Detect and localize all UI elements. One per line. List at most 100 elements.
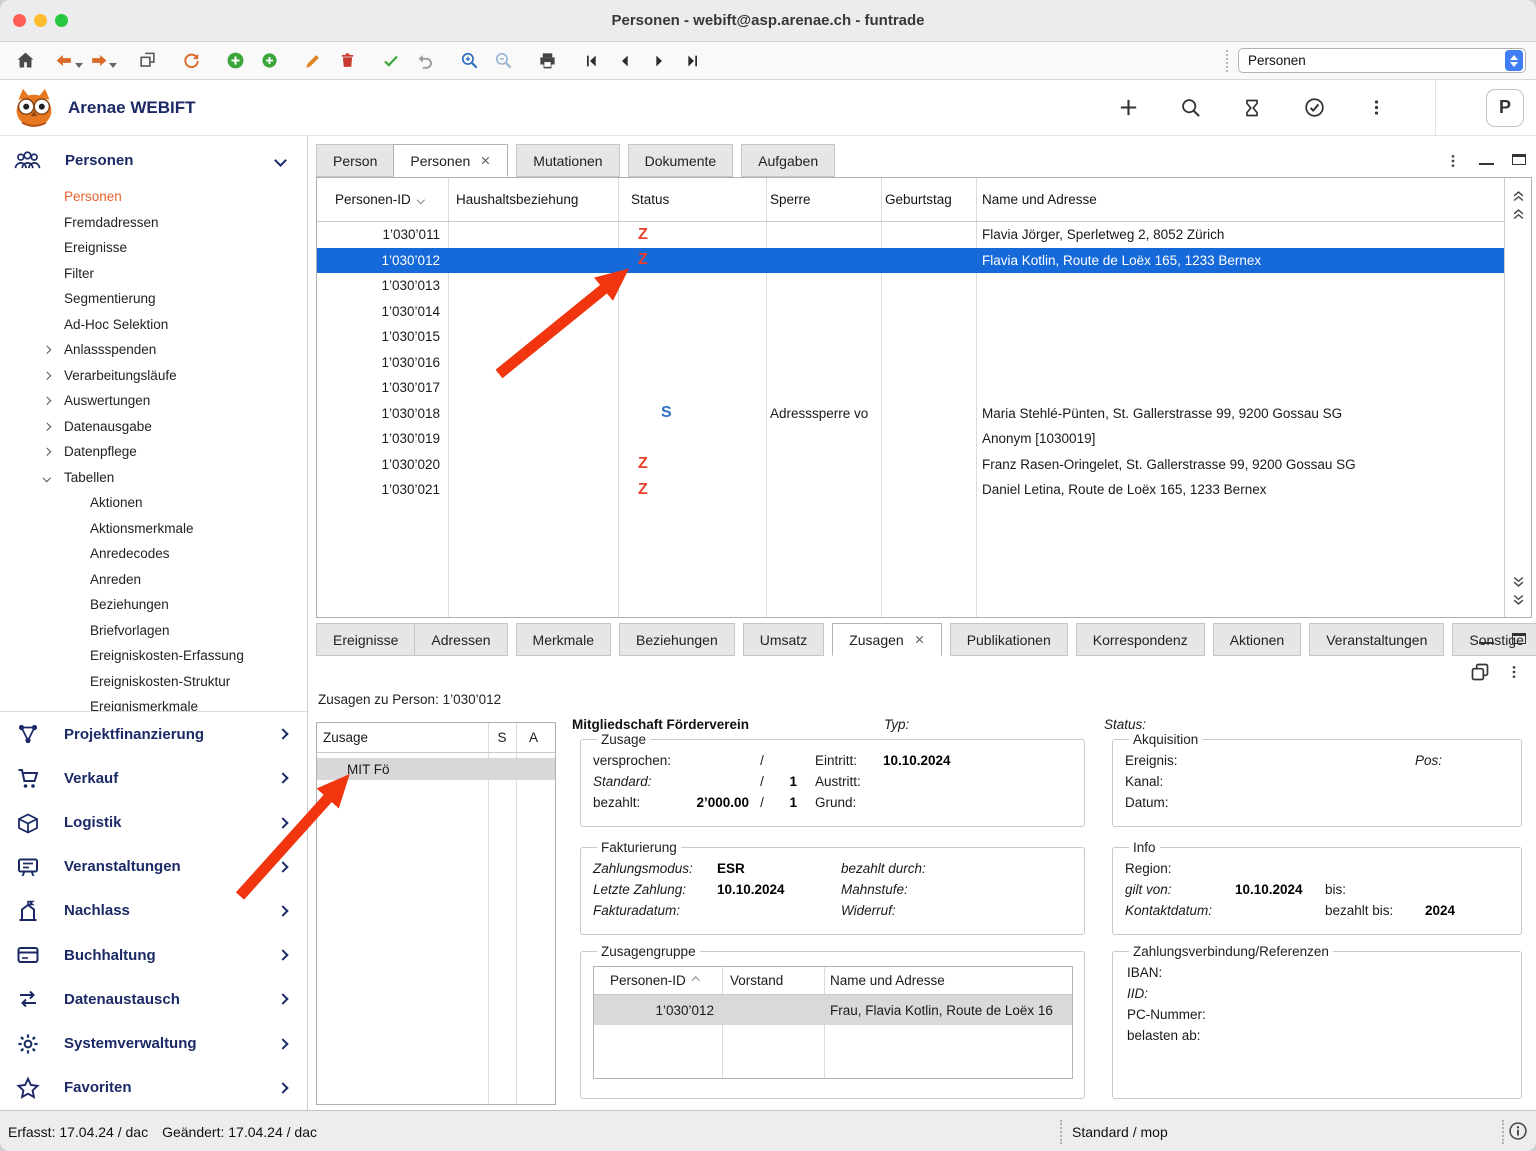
sidebar-item-ereignisse[interactable]: Ereignisse	[0, 235, 307, 261]
sidebar-group-personen[interactable]: Personen	[0, 136, 307, 184]
tab-merkmale[interactable]: Merkmale	[516, 623, 611, 656]
sidebar-item-auswertungen[interactable]: Auswertungen	[0, 388, 307, 414]
person-row[interactable]: 1’030’018SAdresssperre voMaria Stehlé-Pü…	[317, 401, 1504, 427]
sidebar-item-anredecodes[interactable]: Anredecodes	[0, 541, 307, 567]
sidebar-module-systemverwaltung[interactable]: Systemverwaltung	[0, 1022, 307, 1066]
tab-publikationen[interactable]: Publikationen	[950, 623, 1068, 656]
tab-umsatz[interactable]: Umsatz	[743, 623, 824, 656]
person-row[interactable]: 1’030’020ZFranz Rasen-Oringelet, St. Gal…	[317, 452, 1504, 478]
delete-button[interactable]	[332, 46, 362, 76]
sidebar-module-nachlass[interactable]: Nachlass	[0, 889, 307, 933]
person-row[interactable]: 1’030’014	[317, 299, 1504, 325]
column-header-a[interactable]: A	[516, 730, 555, 745]
person-row[interactable]: 1’030’017	[317, 375, 1504, 401]
user-avatar-button[interactable]: P	[1486, 89, 1524, 127]
refresh-button[interactable]	[176, 46, 206, 76]
sidebar-item-briefvorlagen[interactable]: Briefvorlagen	[0, 618, 307, 644]
header-add-button[interactable]	[1115, 95, 1141, 121]
zoom-in-button[interactable]	[454, 46, 484, 76]
column-header-zusage[interactable]: Zusage	[317, 730, 488, 745]
header-search-button[interactable]	[1177, 95, 1203, 121]
info-button[interactable]	[1508, 1121, 1528, 1141]
sidebar-item-anlassspenden[interactable]: Anlassspenden	[0, 337, 307, 363]
sidebar-item-ereignismerkmale[interactable]: Ereignismerkmale	[0, 694, 307, 711]
tab-personen[interactable]: Personen	[393, 144, 508, 177]
column-header-vorstand[interactable]: Vorstand	[722, 973, 824, 988]
last-record-button[interactable]	[678, 46, 708, 76]
tab-beziehungen[interactable]: Beziehungen	[619, 623, 735, 656]
sidebar-item-anreden[interactable]: Anreden	[0, 567, 307, 593]
scroll-top-button[interactable]	[1508, 186, 1528, 204]
tab-korrespondenz[interactable]: Korrespondenz	[1076, 623, 1205, 656]
column-header-name-adresse[interactable]: Name und Adresse	[824, 973, 1072, 988]
tab-person[interactable]: Person	[316, 144, 393, 177]
close-tab-icon[interactable]	[914, 634, 925, 645]
sidebar-item-beziehungen[interactable]: Beziehungen	[0, 592, 307, 618]
home-button[interactable]	[10, 46, 40, 76]
add-button[interactable]	[220, 46, 250, 76]
forward-button[interactable]	[88, 46, 118, 76]
column-header-personen-id[interactable]: Personen-ID	[594, 973, 722, 988]
header-menu-button[interactable]	[1363, 95, 1389, 121]
close-tab-icon[interactable]	[480, 155, 491, 166]
person-row[interactable]: 1’030’015	[317, 324, 1504, 350]
tab-mutationen[interactable]: Mutationen	[516, 144, 619, 177]
sidebar-module-datenaustausch[interactable]: Datenaustausch	[0, 977, 307, 1021]
sidebar-item-adhoc-selektion[interactable]: Ad-Hoc Selektion	[0, 312, 307, 338]
tab-veranstaltungen[interactable]: Veranstaltungen	[1309, 623, 1444, 656]
column-header-haushaltsbeziehung[interactable]: Haushaltsbeziehung	[448, 178, 618, 221]
column-header-geburtstag[interactable]: Geburtstag	[881, 178, 976, 221]
sidebar-item-tabellen[interactable]: Tabellen	[0, 465, 307, 491]
undo-button[interactable]	[410, 46, 440, 76]
tab-aufgaben[interactable]: Aufgaben	[741, 144, 835, 177]
sidebar-item-filter[interactable]: Filter	[0, 261, 307, 287]
sidebar-item-datenausgabe[interactable]: Datenausgabe	[0, 414, 307, 440]
next-record-button[interactable]	[644, 46, 674, 76]
person-row-selected[interactable]: 1’030’012ZFlavia Kotlin, Route de Loëx 1…	[317, 248, 1504, 274]
duplicate-window-button[interactable]	[132, 46, 162, 76]
sidebar-module-verkauf[interactable]: Verkauf	[0, 756, 307, 800]
scroll-bottom-button[interactable]	[1508, 591, 1528, 609]
pane-minimize-button[interactable]	[1479, 632, 1494, 647]
add-alt-button[interactable]	[254, 46, 284, 76]
column-header-sperre[interactable]: Sperre	[766, 178, 881, 221]
sidebar-module-veranstaltungen[interactable]: Veranstaltungen	[0, 845, 307, 889]
person-row[interactable]: 1’030’021ZDaniel Letina, Route de Loëx 1…	[317, 477, 1504, 503]
person-row[interactable]: 1’030’011ZFlavia Jörger, Sperletweg 2, 8…	[317, 222, 1504, 248]
view-select[interactable]: Personen	[1238, 48, 1526, 73]
zusagengruppe-row-selected[interactable]: 1’030’012 Frau, Flavia Kotlin, Route de …	[594, 995, 1072, 1025]
sidebar-module-projektfinanzierung[interactable]: Projektfinanzierung	[0, 712, 307, 756]
pane-minimize-button[interactable]	[1479, 153, 1494, 168]
sidebar-item-ereigniskosten-erfassung[interactable]: Ereigniskosten-Erfassung	[0, 643, 307, 669]
sidebar-item-datenpflege[interactable]: Datenpflege	[0, 439, 307, 465]
tab-zusagen[interactable]: Zusagen	[832, 623, 941, 656]
sidebar-module-buchhaltung[interactable]: Buchhaltung	[0, 933, 307, 977]
sidebar-item-aktionsmerkmale[interactable]: Aktionsmerkmale	[0, 516, 307, 542]
detail-menu-button[interactable]	[1506, 664, 1522, 680]
page-up-button[interactable]	[1508, 204, 1528, 222]
person-row[interactable]: 1’030’019Anonym [1030019]	[317, 426, 1504, 452]
previous-record-button[interactable]	[610, 46, 640, 76]
sidebar-item-aktionen[interactable]: Aktionen	[0, 490, 307, 516]
pane-maximize-button[interactable]	[1512, 153, 1526, 168]
pane-maximize-button[interactable]	[1512, 632, 1526, 647]
sidebar-item-personen[interactable]: Personen	[0, 184, 307, 210]
person-row[interactable]: 1’030’016	[317, 350, 1504, 376]
column-header-s[interactable]: S	[488, 730, 516, 745]
back-button[interactable]	[54, 46, 84, 76]
sidebar-item-fremdadressen[interactable]: Fremdadressen	[0, 210, 307, 236]
column-header-status[interactable]: Status	[618, 178, 766, 221]
print-button[interactable]	[532, 46, 562, 76]
sidebar-item-ereigniskosten-struktur[interactable]: Ereigniskosten-Struktur	[0, 669, 307, 695]
first-record-button[interactable]	[576, 46, 606, 76]
edit-button[interactable]	[298, 46, 328, 76]
sidebar-item-segmentierung[interactable]: Segmentierung	[0, 286, 307, 312]
confirm-button[interactable]	[376, 46, 406, 76]
tab-adressen[interactable]: Adressen	[414, 623, 507, 656]
sidebar-module-favoriten[interactable]: Favoriten	[0, 1066, 307, 1110]
page-down-button[interactable]	[1508, 573, 1528, 591]
sidebar-module-logistik[interactable]: Logistik	[0, 800, 307, 844]
tab-dokumente[interactable]: Dokumente	[628, 144, 734, 177]
column-header-name-adresse[interactable]: Name und Adresse	[976, 178, 1504, 221]
column-header-personen-id[interactable]: Personen-ID	[317, 178, 448, 221]
